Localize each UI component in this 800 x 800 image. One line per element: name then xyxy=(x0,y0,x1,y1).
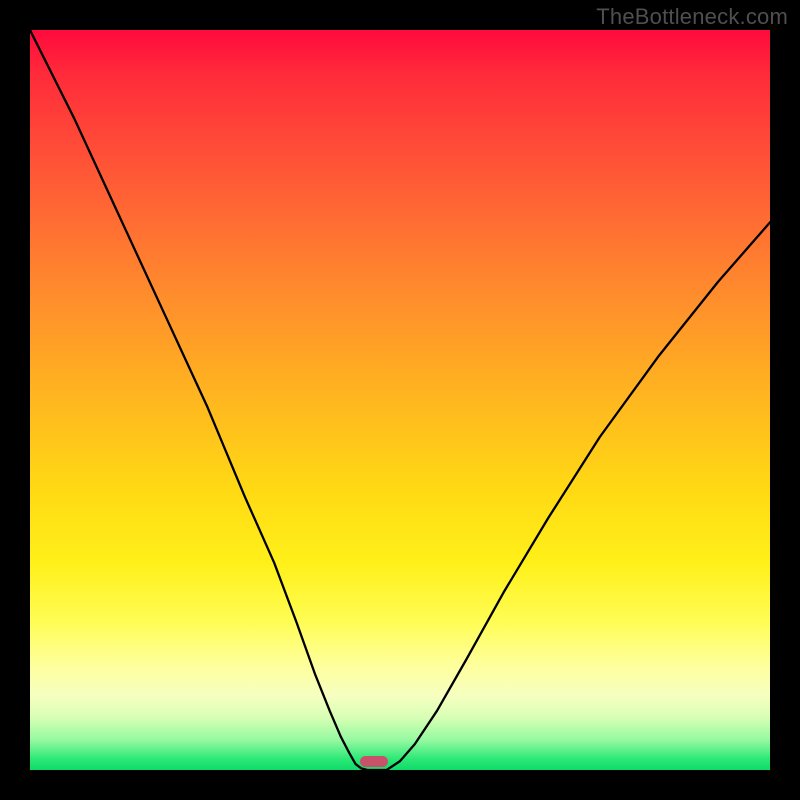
chart-frame: TheBottleneck.com xyxy=(0,0,800,800)
curve-path xyxy=(30,30,770,770)
chart-plot-area xyxy=(30,30,770,770)
optimal-marker xyxy=(360,756,388,767)
watermark-text: TheBottleneck.com xyxy=(596,4,788,30)
bottleneck-curve xyxy=(30,30,770,770)
